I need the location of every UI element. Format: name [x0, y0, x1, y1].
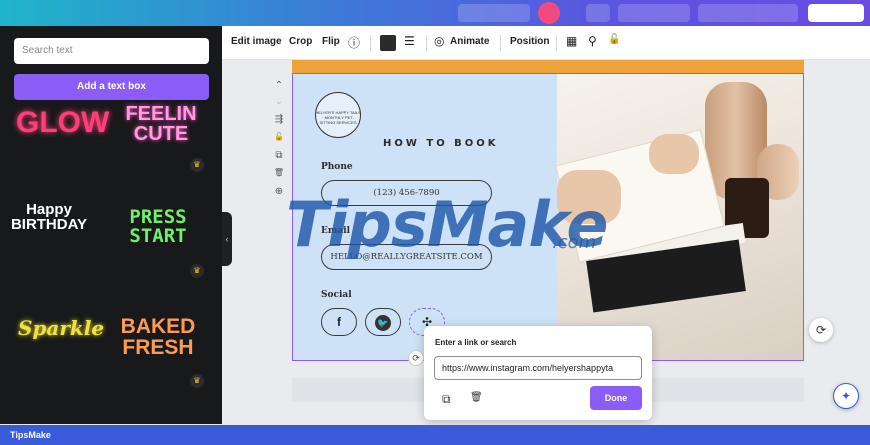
top-menu-bar: [0, 0, 870, 26]
lock-page-icon[interactable]: 🔓: [272, 132, 286, 141]
divider: [556, 35, 557, 51]
add-page-icon[interactable]: ⊕: [272, 186, 286, 197]
facebook-icon[interactable]: f: [321, 308, 357, 336]
phone-label[interactable]: Phone: [321, 162, 353, 172]
menu-pill[interactable]: [618, 4, 690, 22]
paint-format-icon[interactable]: ⚲: [588, 34, 597, 48]
animate-icon: ◎: [434, 34, 445, 48]
footer-label: TipsMake: [10, 430, 51, 440]
link-popup-title: Enter a link or search: [435, 338, 517, 347]
delete-page-icon[interactable]: 🗑: [272, 168, 286, 177]
position-button[interactable]: Position: [510, 36, 549, 47]
crown-icon: ♛: [190, 264, 204, 278]
copy-icon[interactable]: ⧉: [442, 392, 451, 407]
menu-pill[interactable]: [698, 4, 798, 22]
link-input[interactable]: https://www.instagram.com/helyershappyta: [434, 356, 642, 380]
add-text-box-button[interactable]: Add a text box: [14, 74, 209, 100]
previous-page-strip[interactable]: [292, 60, 804, 73]
editor-toolbar: Edit image Crop Flip ⓘ ☰ ◎ Animate Posit…: [222, 26, 870, 60]
spacing-icon[interactable]: ☰: [404, 34, 415, 48]
social-label[interactable]: Social: [321, 290, 352, 300]
footer-bar: TipsMake: [0, 425, 870, 445]
divider: [426, 35, 427, 51]
menu-pill[interactable]: [458, 4, 530, 22]
link-popup: Enter a link or search https://www.insta…: [424, 326, 652, 420]
avatar[interactable]: [538, 2, 560, 24]
crown-icon: ♛: [190, 158, 204, 172]
search-text-input[interactable]: Search text: [14, 38, 209, 64]
crown-icon: ♛: [190, 374, 204, 388]
move-up-icon[interactable]: ⌃: [272, 80, 286, 91]
collapse-panel-handle[interactable]: ‹: [222, 212, 232, 266]
twitter-icon-glyph: 🐦: [375, 314, 391, 331]
divider: [370, 35, 371, 51]
text-style-baked-fresh[interactable]: BAKED FRESH: [112, 316, 204, 358]
transparency-icon[interactable]: ▦: [566, 34, 577, 48]
divider: [500, 35, 501, 51]
menu-pill[interactable]: [586, 4, 610, 22]
text-side-panel: Search text Add a text box GLOW FEELIN C…: [0, 26, 222, 424]
watermark-suffix: .com: [552, 232, 597, 253]
brand-logo-text: HELYER'S HAPPY TAILS · MONTHLY PET-SITTI…: [315, 110, 361, 125]
share-button[interactable]: [808, 4, 864, 22]
text-style-happy-birthday[interactable]: Happy BIRTHDAY: [4, 202, 94, 232]
move-down-icon[interactable]: ⌄: [272, 96, 286, 107]
text-style-feelin-cute[interactable]: FEELIN CUTE: [116, 104, 206, 144]
crop-button[interactable]: Crop: [289, 36, 312, 47]
text-style-sparkle[interactable]: Sparkle: [18, 318, 104, 338]
info-icon[interactable]: ⓘ: [348, 34, 360, 51]
magic-sparkle-icon[interactable]: ✦: [833, 383, 859, 409]
lock-icon[interactable]: 🔓: [608, 34, 620, 45]
hand-shape: [649, 134, 699, 174]
text-style-glow[interactable]: GLOW: [16, 108, 109, 138]
duplicate-page-icon[interactable]: ⧉: [272, 150, 286, 161]
page-heading[interactable]: HOW TO BOOK: [383, 138, 499, 149]
done-button[interactable]: Done: [590, 386, 642, 410]
text-style-press-start[interactable]: PRESS START: [116, 208, 200, 246]
trash-icon[interactable]: 🗑: [470, 392, 483, 403]
notes-icon[interactable]: ⇶: [272, 114, 286, 125]
edit-image-button[interactable]: Edit image: [231, 36, 282, 47]
animate-button[interactable]: Animate: [450, 36, 489, 47]
color-swatch[interactable]: [380, 35, 396, 51]
twitter-icon[interactable]: 🐦: [365, 308, 401, 336]
refresh-icon[interactable]: ⟳: [809, 318, 833, 342]
flip-button[interactable]: Flip: [322, 36, 340, 47]
rotate-handle[interactable]: ⟳: [408, 350, 424, 366]
